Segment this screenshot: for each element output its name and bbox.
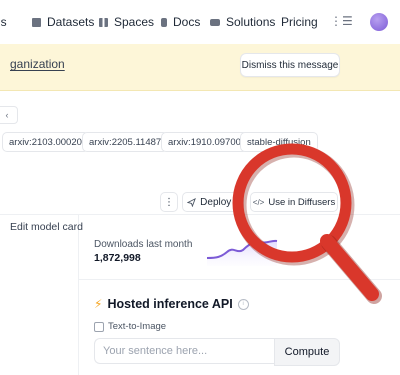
- lightning-icon: ⚡: [94, 297, 103, 311]
- nav-item-label: Docs: [173, 15, 201, 29]
- column-divider: [78, 214, 79, 375]
- edit-model-card-link[interactable]: Edit model card: [10, 221, 83, 233]
- tag-chip[interactable]: stable-diffusion: [240, 132, 318, 152]
- tag-chip[interactable]: arxiv:1910.09700: [161, 132, 248, 152]
- datasets-icon: [32, 17, 41, 27]
- notification-banner: ganization Dismiss this message: [0, 44, 400, 91]
- section-divider: [0, 214, 400, 215]
- spaces-icon: [99, 17, 108, 27]
- nav-item-label: Spaces: [114, 15, 155, 29]
- solutions-icon: [210, 18, 220, 26]
- nav-item-datasets[interactable]: Datasets: [32, 15, 94, 29]
- diffusers-label: Use in Diffusers: [268, 196, 336, 208]
- nav-item-label: Pricing: [281, 15, 318, 29]
- more-options-icon: ⋮: [164, 196, 174, 208]
- tag-chip[interactable]: arxiv:2205.11487: [82, 132, 169, 152]
- nav-item-label: Datasets: [47, 15, 95, 29]
- hosted-inference-label: Hosted inference API: [107, 297, 233, 311]
- more-options-button[interactable]: ⋮: [160, 192, 178, 212]
- use-in-diffusers-button[interactable]: </> Use in Diffusers: [250, 192, 338, 212]
- section-divider: [79, 279, 400, 280]
- nav-item-spaces[interactable]: Spaces: [99, 15, 154, 29]
- hugging-face-model-page: ls Datasets Spaces Docs Solutions Pricin…: [0, 0, 400, 375]
- downloads-sparkline: [206, 239, 278, 266]
- banner-link[interactable]: ganization: [10, 57, 65, 71]
- nav-item-label: ls: [0, 15, 7, 29]
- compute-button[interactable]: Compute: [274, 338, 340, 366]
- more-menu-icon[interactable]: ⋮☰: [330, 14, 353, 28]
- chevron-left-icon[interactable]: ‹: [0, 106, 18, 124]
- dismiss-button[interactable]: Dismiss this message: [240, 53, 340, 77]
- image-task-icon: [94, 321, 104, 332]
- chevron-down-icon: ▾: [235, 199, 239, 206]
- nav-item-pricing[interactable]: Pricing: [281, 15, 318, 29]
- docs-icon: [161, 17, 167, 27]
- nav-item-solutions[interactable]: Solutions: [210, 15, 275, 29]
- nav-item-models[interactable]: ls: [0, 15, 7, 29]
- deploy-button[interactable]: Deploy ▾: [182, 192, 244, 212]
- code-icon: </>: [252, 197, 265, 207]
- nav-item-docs[interactable]: Docs: [161, 15, 200, 29]
- task-type: Text-to-Image: [94, 321, 166, 332]
- downloads-value: 1,872,998: [94, 252, 141, 264]
- top-navigation: ls Datasets Spaces Docs Solutions Pricin…: [0, 0, 400, 45]
- send-icon: [187, 197, 197, 207]
- tag-chip[interactable]: arxiv:2103.00020: [2, 132, 89, 152]
- downloads-label: Downloads last month: [94, 239, 193, 250]
- hosted-inference-title: ⚡ Hosted inference API i: [94, 297, 249, 311]
- info-icon[interactable]: i: [237, 298, 249, 310]
- deploy-label: Deploy: [200, 196, 232, 208]
- task-type-label: Text-to-Image: [108, 321, 167, 332]
- avatar[interactable]: [370, 13, 388, 31]
- sentence-input[interactable]: [94, 338, 274, 364]
- nav-item-label: Solutions: [226, 15, 276, 29]
